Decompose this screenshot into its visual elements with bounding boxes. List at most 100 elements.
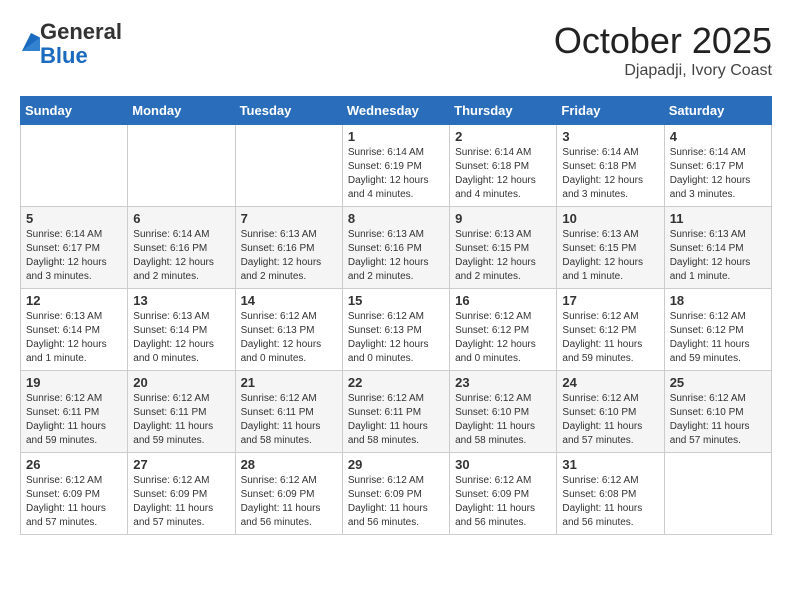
day-number: 3 [562,129,658,144]
day-number: 17 [562,293,658,308]
day-info: Sunrise: 6:12 AMSunset: 6:09 PMDaylight:… [348,474,444,530]
day-info: Sunrise: 6:12 AMSunset: 6:11 PMDaylight:… [348,392,444,448]
calendar-cell: 6 Sunrise: 6:14 AMSunset: 6:16 PMDaylight… [128,207,235,289]
day-info: Sunrise: 6:14 AMSunset: 6:17 PMDaylight:… [26,228,122,284]
day-info: Sunrise: 6:12 AMSunset: 6:13 PMDaylight:… [241,310,337,366]
weekday-header: Saturday [664,97,771,125]
day-number: 8 [348,211,444,226]
calendar-cell: 16 Sunrise: 6:12 AMSunset: 6:12 PMDayligh… [450,289,557,371]
day-number: 12 [26,293,122,308]
location: Djapadji, Ivory Coast [554,62,772,80]
day-number: 20 [133,375,229,390]
day-number: 24 [562,375,658,390]
day-info: Sunrise: 6:13 AMSunset: 6:16 PMDaylight:… [241,228,337,284]
weekday-header: Sunday [21,97,128,125]
day-number: 14 [241,293,337,308]
page-header: General Blue October 2025 Djapadji, Ivor… [20,20,772,80]
day-info: Sunrise: 6:13 AMSunset: 6:16 PMDaylight:… [348,228,444,284]
day-number: 15 [348,293,444,308]
day-info: Sunrise: 6:12 AMSunset: 6:12 PMDaylight:… [455,310,551,366]
day-info: Sunrise: 6:12 AMSunset: 6:08 PMDaylight:… [562,474,658,530]
month-title: October 2025 [554,20,772,62]
calendar-cell: 7 Sunrise: 6:13 AMSunset: 6:16 PMDaylight… [235,207,342,289]
day-number: 5 [26,211,122,226]
logo-blue-text: Blue [40,43,88,68]
day-number: 25 [670,375,766,390]
calendar-cell: 5 Sunrise: 6:14 AMSunset: 6:17 PMDaylight… [21,207,128,289]
weekday-header: Friday [557,97,664,125]
calendar-cell [664,453,771,535]
day-info: Sunrise: 6:13 AMSunset: 6:15 PMDaylight:… [562,228,658,284]
calendar-week-row: 12 Sunrise: 6:13 AMSunset: 6:14 PMDayligh… [21,289,772,371]
day-info: Sunrise: 6:12 AMSunset: 6:09 PMDaylight:… [133,474,229,530]
day-number: 11 [670,211,766,226]
day-number: 22 [348,375,444,390]
day-number: 16 [455,293,551,308]
day-number: 31 [562,457,658,472]
day-number: 13 [133,293,229,308]
day-number: 23 [455,375,551,390]
calendar-cell: 10 Sunrise: 6:13 AMSunset: 6:15 PMDayligh… [557,207,664,289]
calendar-cell [235,125,342,207]
day-number: 21 [241,375,337,390]
calendar-cell: 18 Sunrise: 6:12 AMSunset: 6:12 PMDayligh… [664,289,771,371]
day-info: Sunrise: 6:12 AMSunset: 6:12 PMDaylight:… [562,310,658,366]
calendar-cell: 3Sunrise: 6:14 AMSunset: 6:18 PMDaylight… [557,125,664,207]
calendar-cell: 26 Sunrise: 6:12 AMSunset: 6:09 PMDayligh… [21,453,128,535]
calendar-cell: 2Sunrise: 6:14 AMSunset: 6:18 PMDaylight… [450,125,557,207]
day-info: Sunrise: 6:13 AMSunset: 6:14 PMDaylight:… [670,228,766,284]
logo: General Blue [20,20,122,68]
calendar-cell: 8 Sunrise: 6:13 AMSunset: 6:16 PMDaylight… [342,207,449,289]
calendar-table: SundayMondayTuesdayWednesdayThursdayFrid… [20,96,772,535]
day-info: Sunrise: 6:12 AMSunset: 6:10 PMDaylight:… [670,392,766,448]
day-number: 27 [133,457,229,472]
day-info: Sunrise: 6:14 AMSunset: 6:19 PMDaylight:… [348,146,444,202]
day-info: Sunrise: 6:14 AMSunset: 6:16 PMDaylight:… [133,228,229,284]
calendar-cell: 9 Sunrise: 6:13 AMSunset: 6:15 PMDaylight… [450,207,557,289]
calendar-week-row: 1 Sunrise: 6:14 AMSunset: 6:19 PMDaylight… [21,125,772,207]
calendar-week-row: 5 Sunrise: 6:14 AMSunset: 6:17 PMDaylight… [21,207,772,289]
logo-general-text: General [40,19,122,44]
day-info: Sunrise: 6:12 AMSunset: 6:11 PMDaylight:… [26,392,122,448]
calendar-cell: 14 Sunrise: 6:12 AMSunset: 6:13 PMDayligh… [235,289,342,371]
day-info: Sunrise: 6:12 AMSunset: 6:09 PMDaylight:… [455,474,551,530]
day-number: 2 [455,129,551,144]
calendar-week-row: 26 Sunrise: 6:12 AMSunset: 6:09 PMDayligh… [21,453,772,535]
weekday-header: Monday [128,97,235,125]
day-info: Sunrise: 6:12 AMSunset: 6:13 PMDaylight:… [348,310,444,366]
day-info: Sunrise: 6:13 AMSunset: 6:14 PMDaylight:… [133,310,229,366]
logo-icon [22,33,40,51]
weekday-header: Wednesday [342,97,449,125]
day-info: Sunrise: 6:12 AMSunset: 6:10 PMDaylight:… [455,392,551,448]
calendar-header-row: SundayMondayTuesdayWednesdayThursdayFrid… [21,97,772,125]
day-number: 26 [26,457,122,472]
day-info: Sunrise: 6:13 AMSunset: 6:14 PMDaylight:… [26,310,122,366]
calendar-cell: 20 Sunrise: 6:12 AMSunset: 6:11 PMDayligh… [128,371,235,453]
day-number: 9 [455,211,551,226]
day-info: Sunrise: 6:12 AMSunset: 6:10 PMDaylight:… [562,392,658,448]
calendar-cell: 23 Sunrise: 6:12 AMSunset: 6:10 PMDayligh… [450,371,557,453]
calendar-cell: 13 Sunrise: 6:13 AMSunset: 6:14 PMDayligh… [128,289,235,371]
day-number: 7 [241,211,337,226]
calendar-cell: 11 Sunrise: 6:13 AMSunset: 6:14 PMDayligh… [664,207,771,289]
day-number: 6 [133,211,229,226]
calendar-cell: 15 Sunrise: 6:12 AMSunset: 6:13 PMDayligh… [342,289,449,371]
weekday-header: Thursday [450,97,557,125]
day-number: 10 [562,211,658,226]
calendar-cell [128,125,235,207]
day-number: 1 [348,129,444,144]
day-info: Sunrise: 6:13 AMSunset: 6:15 PMDaylight:… [455,228,551,284]
calendar-cell: 19Sunrise: 6:12 AMSunset: 6:11 PMDayligh… [21,371,128,453]
calendar-cell: 22 Sunrise: 6:12 AMSunset: 6:11 PMDayligh… [342,371,449,453]
day-info: Sunrise: 6:12 AMSunset: 6:11 PMDaylight:… [133,392,229,448]
day-info: Sunrise: 6:12 AMSunset: 6:12 PMDaylight:… [670,310,766,366]
day-number: 18 [670,293,766,308]
calendar-cell: 12 Sunrise: 6:13 AMSunset: 6:14 PMDayligh… [21,289,128,371]
day-info: Sunrise: 6:12 AMSunset: 6:09 PMDaylight:… [26,474,122,530]
calendar-cell: 31 Sunrise: 6:12 AMSunset: 6:08 PMDayligh… [557,453,664,535]
calendar-week-row: 19Sunrise: 6:12 AMSunset: 6:11 PMDayligh… [21,371,772,453]
calendar-cell: 21 Sunrise: 6:12 AMSunset: 6:11 PMDayligh… [235,371,342,453]
calendar-cell: 28Sunrise: 6:12 AMSunset: 6:09 PMDayligh… [235,453,342,535]
day-info: Sunrise: 6:12 AMSunset: 6:11 PMDaylight:… [241,392,337,448]
calendar-cell: 4Sunrise: 6:14 AMSunset: 6:17 PMDaylight… [664,125,771,207]
